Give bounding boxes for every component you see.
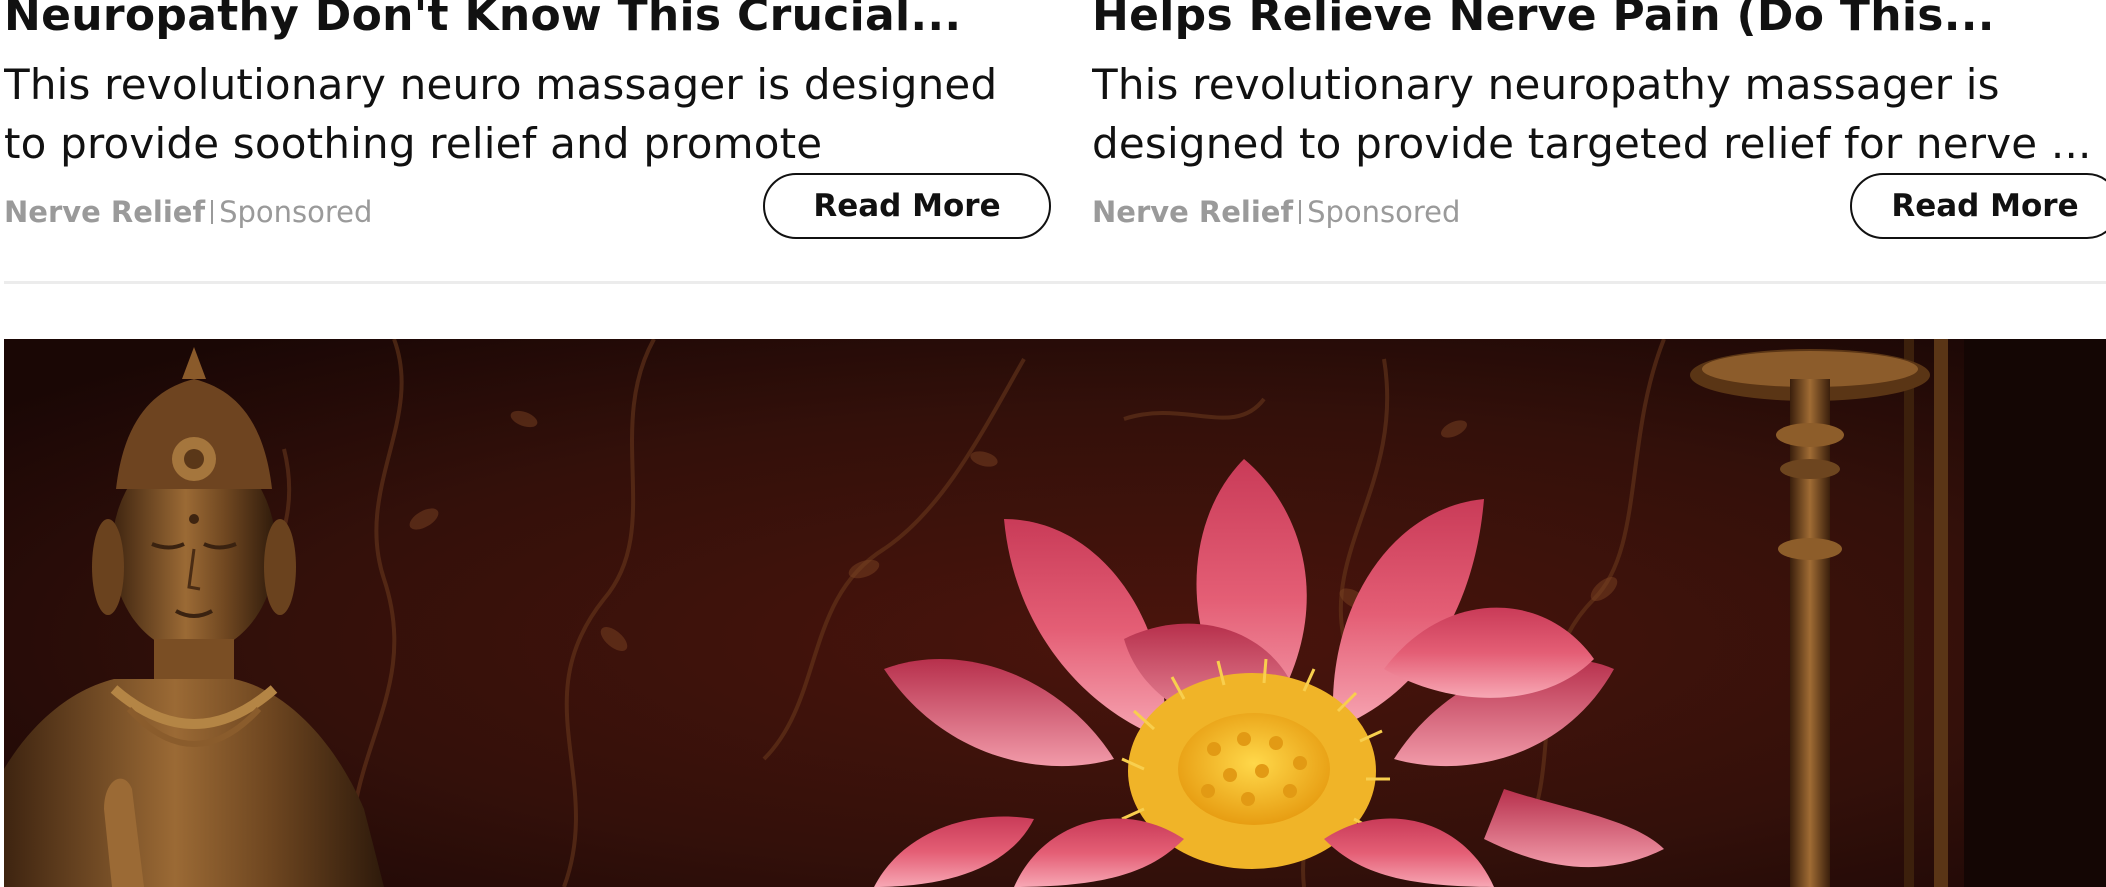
ad-description[interactable]: This revolutionary neuro massager is des…: [4, 55, 1050, 173]
ad-footer: Nerve Relief Sponsored Read More: [4, 173, 1051, 243]
ad-attribution: Nerve Relief Sponsored: [4, 195, 372, 229]
sponsored-card[interactable]: Neuropathy Don't Know This Crucial... Th…: [4, 0, 1051, 243]
advertiser-name[interactable]: Nerve Relief: [1092, 195, 1293, 229]
ad-description[interactable]: This revolutionary neuropathy massager i…: [1092, 55, 2106, 173]
ad-attribution: Nerve Relief Sponsored: [1092, 195, 1460, 229]
read-more-button[interactable]: Read More: [763, 173, 1051, 239]
separator: [1299, 200, 1302, 224]
page: Neuropathy Don't Know This Crucial... Th…: [0, 0, 2106, 887]
ad-footer: Nerve Relief Sponsored Read More: [1092, 173, 2106, 243]
ad-headline[interactable]: Neuropathy Don't Know This Crucial...: [4, 0, 1050, 42]
lotus-buddha-illustration: [4, 339, 2106, 887]
sponsored-label: Sponsored: [219, 195, 373, 229]
hero-image[interactable]: [4, 339, 2106, 887]
read-more-button[interactable]: Read More: [1850, 173, 2106, 239]
section-divider: [4, 281, 2106, 284]
ad-headline[interactable]: Helps Relieve Nerve Pain (Do This...: [1092, 0, 2106, 42]
sponsored-label: Sponsored: [1307, 195, 1461, 229]
separator: [211, 200, 214, 224]
advertiser-name[interactable]: Nerve Relief: [4, 195, 205, 229]
sponsored-card[interactable]: Helps Relieve Nerve Pain (Do This... Thi…: [1092, 0, 2106, 243]
